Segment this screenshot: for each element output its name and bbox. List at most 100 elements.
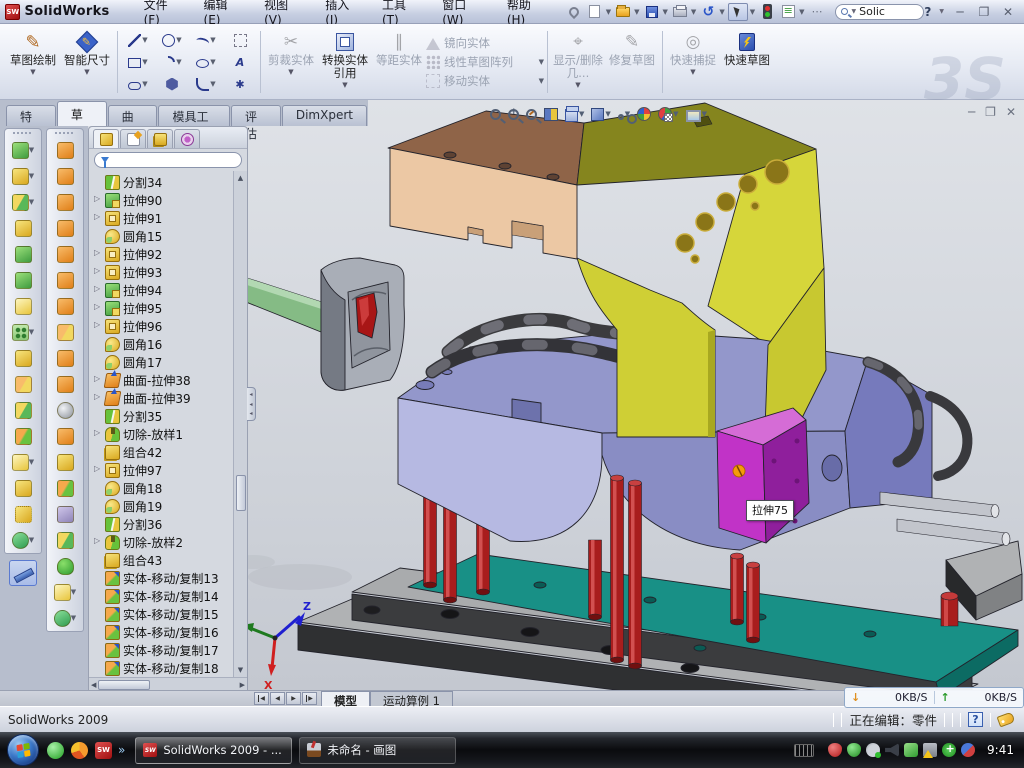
tree-item[interactable]: 实体-移动/复制16 xyxy=(93,623,233,641)
chevron-down-icon[interactable]: ▼ xyxy=(30,68,35,76)
chevron-down-icon[interactable]: ▼ xyxy=(579,110,584,118)
trim-surface-icon[interactable] xyxy=(47,371,83,397)
combine-icon[interactable] xyxy=(5,371,41,397)
expand-arrow-icon[interactable]: ▷ xyxy=(94,194,100,203)
tree-vertical-scrollbar[interactable]: ▲ ▼ xyxy=(233,171,247,677)
tree-item[interactable]: ▷ 拉伸90 xyxy=(93,191,233,209)
expand-arrow-icon[interactable]: ▷ xyxy=(94,428,100,437)
undo-icon[interactable]: ↺ xyxy=(699,3,717,20)
part-leader-pins[interactable] xyxy=(880,492,1010,546)
repair-sketch-button[interactable]: ✎ 修复草图 xyxy=(605,27,659,97)
tree-item[interactable]: ▷ 拉伸94 xyxy=(93,281,233,299)
planar-surface-icon[interactable] xyxy=(47,267,83,293)
ribbon-tab[interactable]: 模具工具 xyxy=(158,105,230,126)
tree-item[interactable]: ▷ 切除-放样2 xyxy=(93,533,233,551)
tree-item[interactable]: 实体-移动/复制18 xyxy=(93,659,233,677)
expand-arrow-icon[interactable]: ▷ xyxy=(94,464,100,473)
select-tool-button[interactable] xyxy=(728,3,748,21)
scroll-down-icon[interactable]: ▼ xyxy=(238,663,243,677)
core-icon[interactable] xyxy=(47,423,83,449)
options-icon[interactable] xyxy=(779,3,797,20)
search-box[interactable]: ▼ Solic xyxy=(835,4,924,20)
ribbon-tab[interactable]: 草图 xyxy=(57,101,107,126)
document-minimize-button[interactable]: ─ xyxy=(968,105,975,119)
chevron-down-icon[interactable]: ▼ xyxy=(176,36,181,44)
settings-gear-icon[interactable] xyxy=(866,743,880,757)
ruled-surface-icon[interactable] xyxy=(47,215,83,241)
tree-item[interactable]: 组合42 xyxy=(93,443,233,461)
spline-icon[interactable]: ▼ xyxy=(189,29,223,51)
tab-nav-button[interactable]: ◀ xyxy=(254,692,269,705)
scale-icon[interactable] xyxy=(47,319,83,345)
apply-scene-icon[interactable]: ▼ xyxy=(658,107,678,121)
chevron-down-icon[interactable]: ▼ xyxy=(29,146,34,154)
tab-nav-button[interactable]: ◀ xyxy=(270,692,285,705)
mirror-entities-button[interactable]: 镜向实体 xyxy=(426,35,544,51)
rib-icon[interactable] xyxy=(5,345,41,371)
health-monitor-icon[interactable] xyxy=(942,743,956,757)
mold-helix-icon[interactable]: ▼ xyxy=(47,605,83,631)
chevron-down-icon[interactable]: ▼ xyxy=(142,36,147,44)
move-entities-button[interactable]: 移动实体▼ xyxy=(426,73,544,89)
scrollbar-thumb[interactable] xyxy=(236,475,246,511)
dimxpertmanager-tab-icon[interactable] xyxy=(174,129,200,148)
lofted-boss-icon[interactable] xyxy=(5,241,41,267)
point-icon[interactable]: ✱ xyxy=(223,73,257,95)
display-style-icon[interactable]: ▼ xyxy=(591,108,610,121)
open-document-icon[interactable] xyxy=(614,3,632,20)
print-icon[interactable] xyxy=(671,3,689,20)
view-settings-icon[interactable]: ▼ xyxy=(686,108,707,120)
expand-arrow-icon[interactable]: ▷ xyxy=(94,266,100,275)
smart-dimension-button[interactable]: 智能尺寸▼ xyxy=(60,27,114,97)
pattern-icon[interactable]: ▼ xyxy=(5,319,41,345)
document-close-button[interactable]: ✕ xyxy=(1006,105,1016,119)
panel-splitter-handle[interactable]: ◂◂◂ xyxy=(247,387,256,421)
arc-icon[interactable]: ▼ xyxy=(155,51,189,73)
chevron-down-icon[interactable]: ▼ xyxy=(84,68,89,76)
chevron-down-icon[interactable]: ▼ xyxy=(176,58,181,66)
display-delete-relations-button[interactable]: ⌖ 显示/删除几...▼ xyxy=(551,27,605,97)
tree-item[interactable]: 圆角19 xyxy=(93,497,233,515)
zoom-selection-icon[interactable] xyxy=(526,109,537,120)
taskbar-task-button[interactable]: SW SolidWorks 2009 - ... xyxy=(135,737,292,764)
zoom-fit-icon[interactable] xyxy=(490,109,501,120)
chevron-down-icon[interactable]: ▼ xyxy=(210,58,215,66)
ribbon-tab[interactable]: DimXpert xyxy=(282,105,367,126)
tree-item[interactable]: 实体-移动/复制14 xyxy=(93,587,233,605)
tree-item[interactable]: ▷ 拉伸95 xyxy=(93,299,233,317)
quick-launch-overflow-icon[interactable]: » xyxy=(118,743,125,757)
expand-arrow-icon[interactable]: ▷ xyxy=(94,536,100,545)
part-small-red-cylinder[interactable] xyxy=(941,592,958,626)
expand-arrow-icon[interactable]: ▷ xyxy=(94,374,100,383)
ribbon-tab[interactable]: 评估 xyxy=(231,105,281,126)
tree-item[interactable]: ▷ 拉伸96 xyxy=(93,317,233,335)
boundary-boss-icon[interactable] xyxy=(5,267,41,293)
pin-toolbar-icon[interactable] xyxy=(565,3,583,20)
convert-entities-button[interactable]: 转换实体引用▼ xyxy=(318,27,372,97)
propertymanager-tab-icon[interactable] xyxy=(120,129,146,148)
phone-app-icon[interactable] xyxy=(904,743,918,757)
shut-off-surface-icon[interactable] xyxy=(47,189,83,215)
window-restore-button[interactable]: ❐ xyxy=(976,5,992,19)
update-ball-icon[interactable] xyxy=(961,743,975,757)
part-gray-carrier[interactable] xyxy=(321,258,404,390)
chevron-down-icon[interactable]: ▼ xyxy=(29,328,34,336)
window-minimize-button[interactable]: ─ xyxy=(952,5,968,19)
tree-item[interactable]: ▷ 曲面-拉伸38 xyxy=(93,371,233,389)
line-icon[interactable]: ▼ xyxy=(121,29,155,51)
edit-appearance-icon[interactable] xyxy=(637,107,651,121)
tag-icon[interactable] xyxy=(997,712,1016,728)
sketch-text-icon[interactable]: A xyxy=(223,51,257,73)
quick-snaps-button[interactable]: ◎ 快速捕捉▼ xyxy=(666,27,720,97)
chevron-down-icon[interactable]: ▼ xyxy=(142,58,147,66)
help-icon[interactable]: ? xyxy=(924,5,931,19)
chevron-down-icon[interactable]: ▼ xyxy=(29,458,34,466)
mold-hole-wizard-icon[interactable]: ▼ xyxy=(47,579,83,605)
ribbon-tab[interactable]: 曲面 xyxy=(108,105,158,126)
swept-boss-icon[interactable] xyxy=(5,215,41,241)
network-warning-icon[interactable] xyxy=(923,743,937,757)
linear-sketch-pattern-button[interactable]: 线性草图阵列▼ xyxy=(426,54,544,70)
circle-icon[interactable]: ▼ xyxy=(155,29,189,51)
tree-item[interactable]: ▷ 拉伸91 xyxy=(93,209,233,227)
extruded-cut-icon[interactable]: ▼ xyxy=(5,163,41,189)
